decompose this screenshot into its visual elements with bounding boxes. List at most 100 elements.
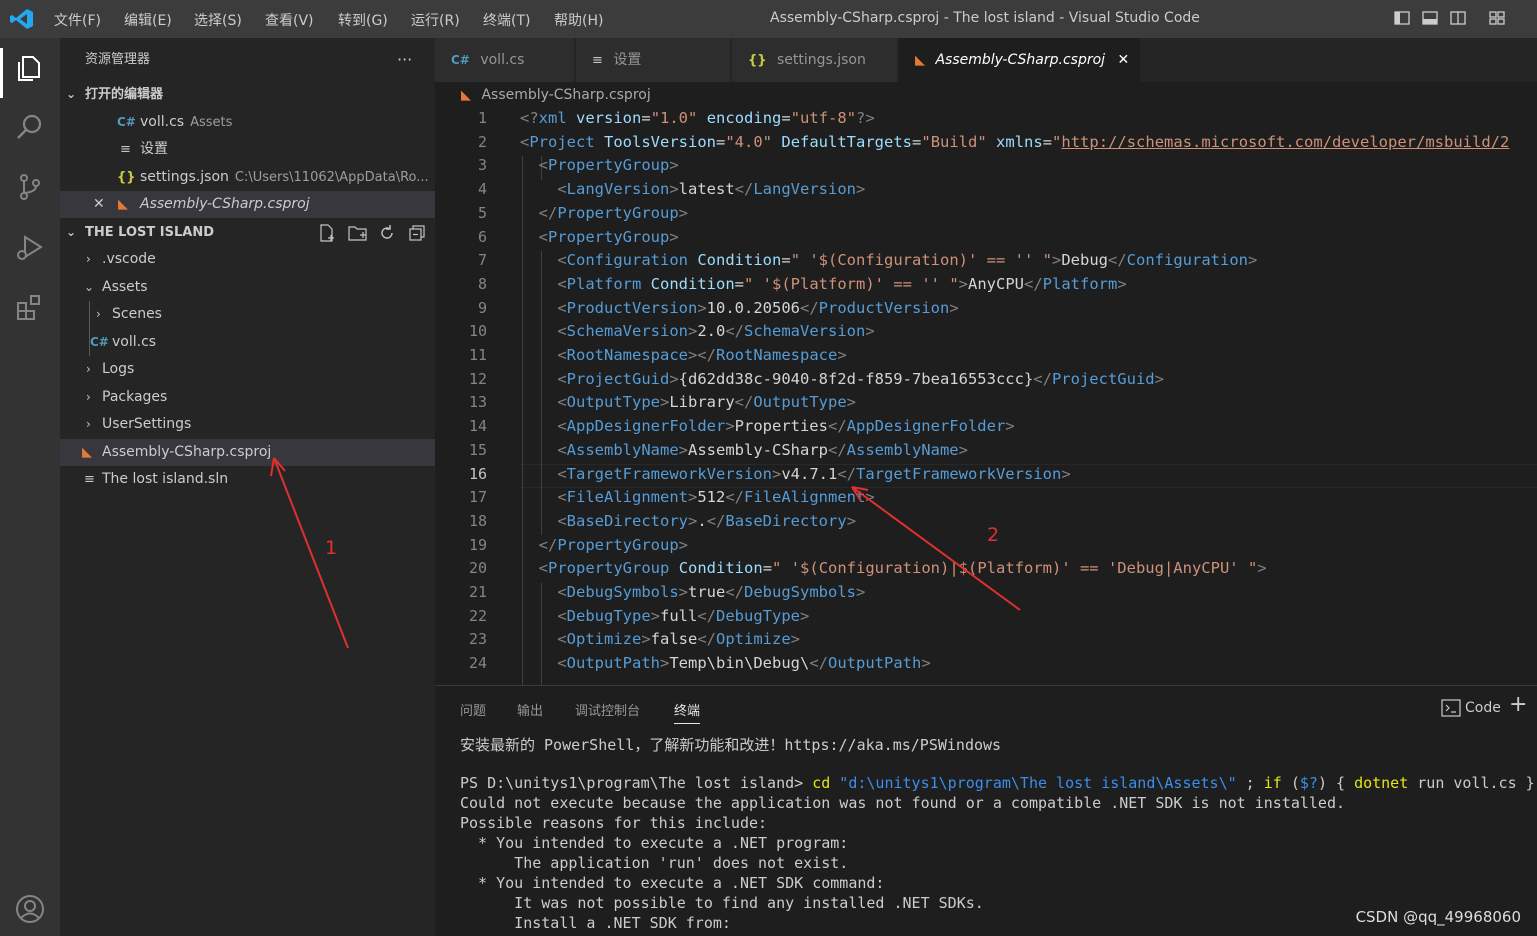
tab-voll-cs[interactable]: C# voll.cs (435, 38, 575, 82)
code-token: < (557, 583, 567, 601)
settings-lines-icon: ≡ (592, 53, 603, 68)
explorer-title: 资源管理器 (85, 52, 151, 67)
code-token: < (538, 156, 549, 175)
account-icon[interactable] (14, 893, 46, 925)
terminal-line: PS D:\unitys1\program\The lost island> c… (460, 774, 1535, 792)
extensions-icon[interactable] (14, 291, 46, 323)
terminal-line: Could not execute because the applicatio… (460, 794, 1345, 812)
menu-edit[interactable]: 编辑(E) (124, 10, 172, 30)
toggle-panel-icon[interactable] (1422, 10, 1438, 26)
tab-terminal[interactable]: 终端 (674, 700, 701, 724)
code-token: = (762, 559, 773, 578)
more-actions-icon[interactable]: ··· (397, 46, 412, 73)
tab-problems[interactable]: 问题 (460, 700, 486, 719)
terminal-token: Install a .NET SDK from: (460, 914, 731, 932)
rss-icon: ◣ (915, 53, 925, 68)
code-token: FileAlignment (744, 488, 866, 507)
code-token: PropertyGroup (557, 203, 679, 222)
chevron-right-icon: › (86, 390, 91, 404)
code-token: Assembly-CSharp (688, 440, 828, 459)
code-token: > (678, 535, 689, 554)
code-token: Optimize (716, 630, 791, 649)
terminal-token: The application 'run' does not exist. (460, 854, 849, 872)
source-control-icon[interactable] (14, 171, 46, 203)
close-icon[interactable]: ✕ (93, 191, 105, 218)
code-line: <Optimize>false</Optimize> (520, 630, 800, 648)
refresh-icon[interactable] (378, 224, 396, 242)
code-token: > (641, 630, 651, 649)
breadcrumb-file[interactable]: Assembly-CSharp.csproj (481, 87, 650, 103)
rss-icon: ◣ (461, 88, 471, 103)
menu-view[interactable]: 查看(V) (265, 10, 314, 30)
menu-help[interactable]: 帮助(H) (554, 10, 603, 30)
code-token: = (641, 109, 651, 127)
code-token: Platform (566, 274, 642, 293)
menu-file[interactable]: 文件(F) (54, 10, 101, 30)
code-line: <TargetFrameworkVersion>v4.7.1</TargetFr… (520, 465, 1070, 483)
open-editor-item-settings[interactable]: ≡ 设置 (60, 136, 435, 163)
tree-item-scenes[interactable]: › Scenes (60, 301, 435, 328)
code-editor[interactable]: 1 2 3 4 5 6 7 8 9 10 11 12 13 14 15 16 17 18 19 20 21 22 23 24 … (435, 108, 1537, 685)
tab-label: 设置 (613, 52, 642, 68)
tree-item-assets[interactable]: ⌄ Assets (60, 274, 435, 301)
open-editor-item-settings-json[interactable]: {} settings.json C:\Users\11062\AppData\R… (60, 164, 435, 191)
tree-item-voll[interactable]: C# voll.cs (60, 329, 435, 356)
tree-item-vscode[interactable]: › .vscode (60, 246, 435, 273)
code-token: < (557, 180, 567, 199)
code-token: </ (725, 488, 745, 507)
code-token: Properties (734, 417, 828, 436)
tree-item-label: Packages (102, 389, 168, 405)
menu-terminal[interactable]: 终端(T) (483, 10, 530, 30)
terminal-name[interactable]: Code (1465, 700, 1501, 716)
tree-item-logs[interactable]: › Logs (60, 356, 435, 383)
code-token: RootNamespace (566, 346, 688, 364)
collapse-all-icon[interactable] (408, 224, 426, 242)
code-token: > (865, 488, 875, 507)
tree-item-sln[interactable]: ≡ The lost island.sln (60, 466, 435, 493)
open-editor-item-voll[interactable]: C# voll.cs Assets (60, 109, 435, 136)
tab-settings-json[interactable]: {} settings.json (732, 38, 898, 82)
tree-item-usersettings[interactable]: › UserSettings (60, 411, 435, 438)
terminal-line: Install a .NET SDK from: (460, 914, 731, 932)
toggle-secondary-sidebar-icon[interactable] (1450, 10, 1466, 26)
folder-header[interactable]: ⌄ THE LOST ISLAND (60, 219, 435, 246)
code-line: <Platform Condition=" '$(Platform)' == '… (520, 274, 1126, 293)
window-title: Assembly-CSharp.csproj - The lost island… (770, 10, 1200, 26)
chevron-down-icon: ⌄ (66, 87, 77, 101)
tab-settings[interactable]: ≡ 设置 (576, 38, 731, 82)
search-icon[interactable] (14, 111, 46, 143)
run-debug-icon[interactable] (14, 231, 46, 263)
csharp-icon: C# (117, 115, 136, 129)
code-token: Condition (650, 274, 735, 293)
tab-output[interactable]: 输出 (517, 700, 543, 719)
code-line: <Configuration Condition=" '$(Configurat… (520, 251, 1257, 269)
code-token: AppDesignerFolder (846, 417, 1006, 436)
json-icon: {} (117, 170, 136, 185)
code-token: = (781, 251, 791, 270)
tab-assembly-csproj[interactable]: ◣ Assembly-CSharp.csproj ✕ (899, 38, 1141, 82)
tree-item-packages[interactable]: › Packages (60, 384, 435, 411)
tab-debug-console[interactable]: 调试控制台 (575, 700, 640, 719)
new-file-icon[interactable] (318, 224, 336, 242)
tree-item-csproj[interactable]: ◣ Assembly-CSharp.csproj (60, 439, 435, 466)
open-editor-item-csproj[interactable]: ✕ ◣ Assembly-CSharp.csproj (60, 191, 435, 218)
new-terminal-icon[interactable]: + (1509, 692, 1527, 717)
close-icon[interactable]: ✕ (1118, 52, 1130, 68)
code-line: <AppDesignerFolder>Properties</AppDesign… (520, 417, 1014, 436)
menu-go[interactable]: 转到(G) (338, 10, 388, 30)
menu-run[interactable]: 运行(R) (411, 10, 460, 30)
explorer-icon[interactable] (14, 52, 46, 84)
explorer-sidebar: 资源管理器 ··· ⌄ 打开的编辑器 C# voll.cs Assets ≡ 设置… (60, 38, 435, 936)
menu-selection[interactable]: 选择(S) (194, 10, 242, 30)
code-token: = (912, 132, 922, 151)
toggle-sidebar-icon[interactable] (1394, 10, 1410, 26)
breadcrumb[interactable]: ◣ Assembly-CSharp.csproj (435, 82, 1537, 108)
code-token: full (660, 606, 698, 625)
new-folder-icon[interactable] (348, 224, 368, 242)
code-token: > (688, 488, 698, 507)
terminal-line: * You intended to execute a .NET SDK com… (460, 874, 884, 892)
open-editors-header[interactable]: ⌄ 打开的编辑器 (60, 81, 435, 108)
customize-layout-icon[interactable] (1489, 10, 1505, 26)
